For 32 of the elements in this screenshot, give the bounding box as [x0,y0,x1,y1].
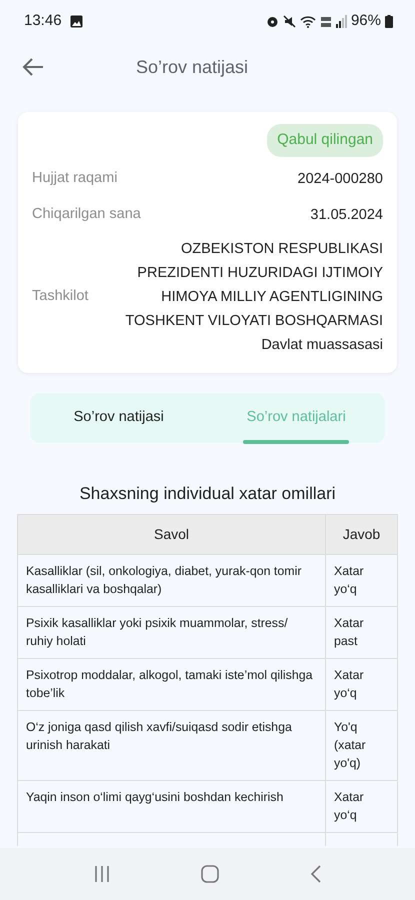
table-cell: Yo'q (xatar yo'q) [326,710,398,780]
table-cell: Yaqin inson o‘limi qayg‘usini boshdan kechirish [18,780,326,832]
status-badge: Qabul qilingan [267,124,383,156]
field-value: 31.05.2024 [310,206,383,224]
mute-icon [282,14,296,28]
table-cell: Xatar yo‘q [326,780,398,832]
signal-icon [336,14,347,28]
battery-percent: 96% [350,10,381,31]
section-title: Shaxsning individual xatar omillari [78,482,337,504]
back-icon[interactable] [310,865,322,883]
status-time: 13:46 [24,10,62,31]
tab[interactable]: So’rov natijasi [30,392,208,442]
home-icon[interactable] [201,865,220,883]
table-cell: O‘z joniga qasd qilish xavfi/suiqasd sodir etishga urinish harakati [18,710,326,780]
table-cell: Kasalliklar (sil, onkologiya, diabet, yurak-qon tomir kasalliklari va boshqalar) [18,554,326,606]
battery-icon [385,14,393,28]
image-icon [70,14,83,28]
field-value: OZBEKISTON RESPUBLIKASI PREZIDENTI HUZURIDAGI IJTIMOIY HIMOYA MILLIY AGENTLIGINING TOSHKENT VILOYATI BOSHQARMASI Davlat muassasasi [124,240,383,354]
wifi-icon [300,14,316,28]
field-label: Tashkilot [32,286,88,306]
screen-title: So’rov natijasi [136,56,248,79]
table-cell: Xatar yo‘q [326,658,398,710]
recent-apps-icon[interactable] [93,865,112,883]
table-cell: Psixik kasalliklar yoki psixik muammolar, stress/ ruhiy holati [18,606,326,658]
table-cell: Xatar yo‘q [326,554,398,606]
table-cell: Xatar past [326,606,398,658]
table-cell: Psixotrop moddalar, alkogol, tamaki iste’mol qilishga tobe’lik [18,658,326,710]
field-label: Hujjat raqami [32,168,118,188]
field-value: 2024-000280 [298,170,383,188]
field-label: Chiqarilgan sana [32,204,141,224]
column-header: Javob [326,514,398,554]
column-header: Savol [18,514,326,554]
